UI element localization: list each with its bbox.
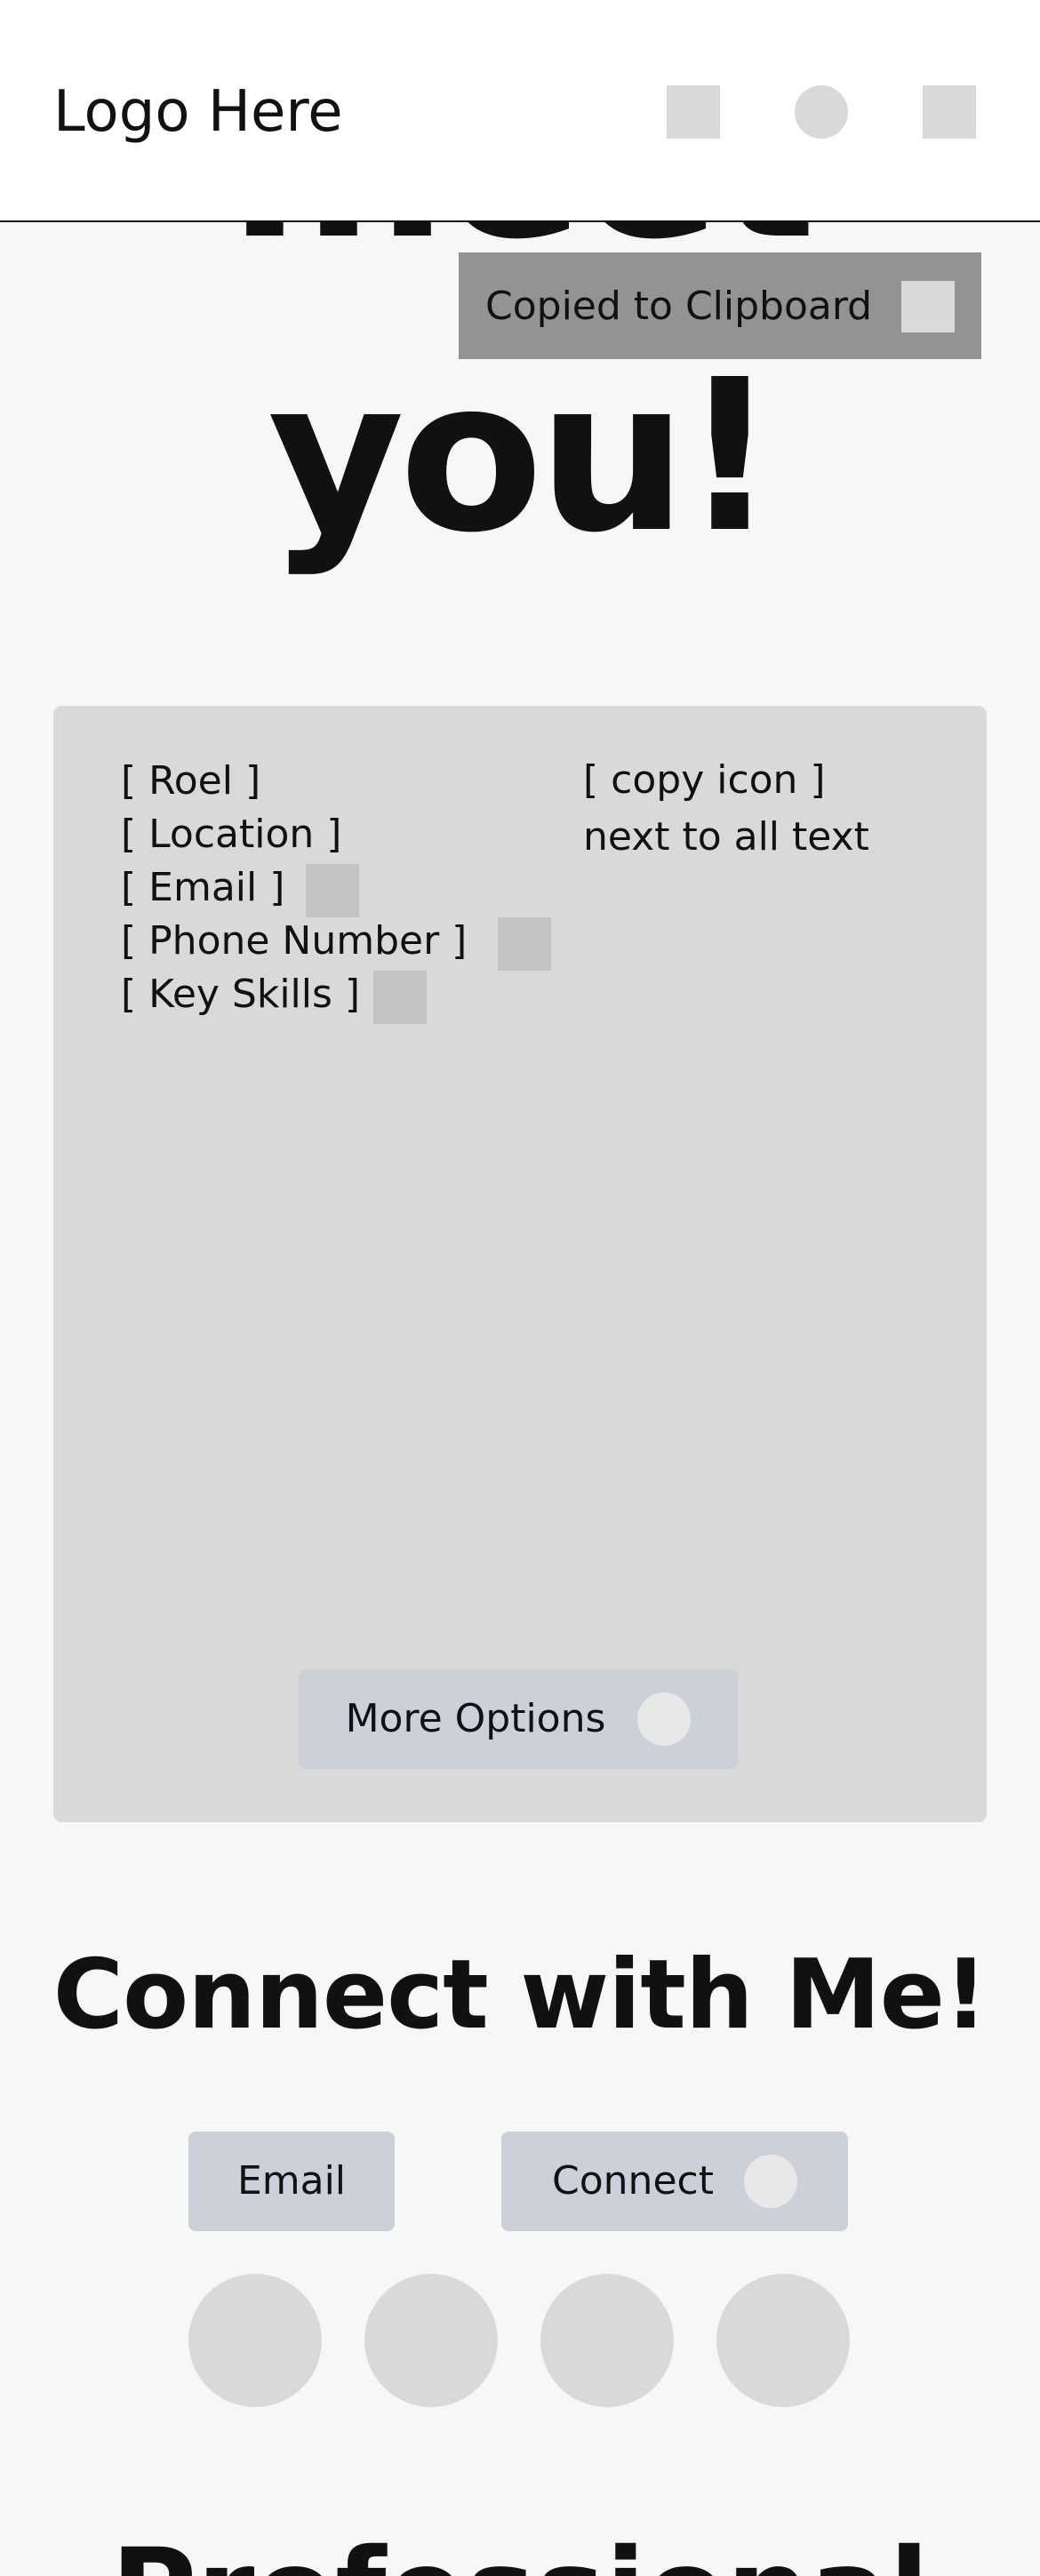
logo[interactable]: Logo Here [53, 80, 343, 144]
square-icon[interactable] [923, 85, 976, 139]
chevron-icon [637, 1692, 692, 1746]
connect-icon [743, 2155, 797, 2208]
hero-heading-line2: you! [268, 334, 778, 579]
clipboard-toast: Copied to Clipboard [459, 252, 981, 359]
profile-location: [ Location ] [121, 812, 342, 857]
social-icon-4[interactable] [716, 2274, 850, 2407]
copy-icon[interactable] [373, 971, 427, 1024]
more-options-label: More Options [345, 1696, 606, 1741]
square-icon[interactable] [667, 85, 720, 139]
close-icon[interactable] [901, 281, 955, 332]
annotation-note: [ copy icon ] next to all text [583, 752, 956, 866]
profile-skills: [ Key Skills ] [121, 972, 361, 1017]
profile-phone: [ Phone Number ] [121, 918, 468, 964]
annotation-line2: next to all text [583, 814, 869, 860]
professional-heading: Professional [0, 2521, 1040, 2576]
social-icon-2[interactable] [364, 2274, 498, 2407]
social-icon-1[interactable] [188, 2274, 322, 2407]
social-icon-3[interactable] [540, 2274, 674, 2407]
toast-message: Copied to Clipboard [485, 284, 873, 329]
connect-heading: Connect with Me! [52, 1940, 988, 2051]
email-button[interactable]: Email [188, 2132, 395, 2231]
profile-email: [ Email ] [121, 865, 285, 910]
profile-card: [ Roel ] [ Location ] [ Email ] [ Phone … [53, 706, 987, 1822]
connect-button-label: Connect [552, 2158, 714, 2204]
circle-icon[interactable] [795, 85, 848, 139]
more-options-button[interactable]: More Options [299, 1669, 738, 1769]
email-button-label: Email [236, 2158, 347, 2204]
copy-icon[interactable] [306, 864, 359, 917]
top-header: Logo Here [0, 0, 1040, 222]
annotation-line1: [ copy icon ] [583, 757, 826, 803]
profile-name: [ Roel ] [121, 758, 261, 804]
copy-icon[interactable] [498, 917, 551, 971]
connect-button[interactable]: Connect [501, 2132, 848, 2231]
